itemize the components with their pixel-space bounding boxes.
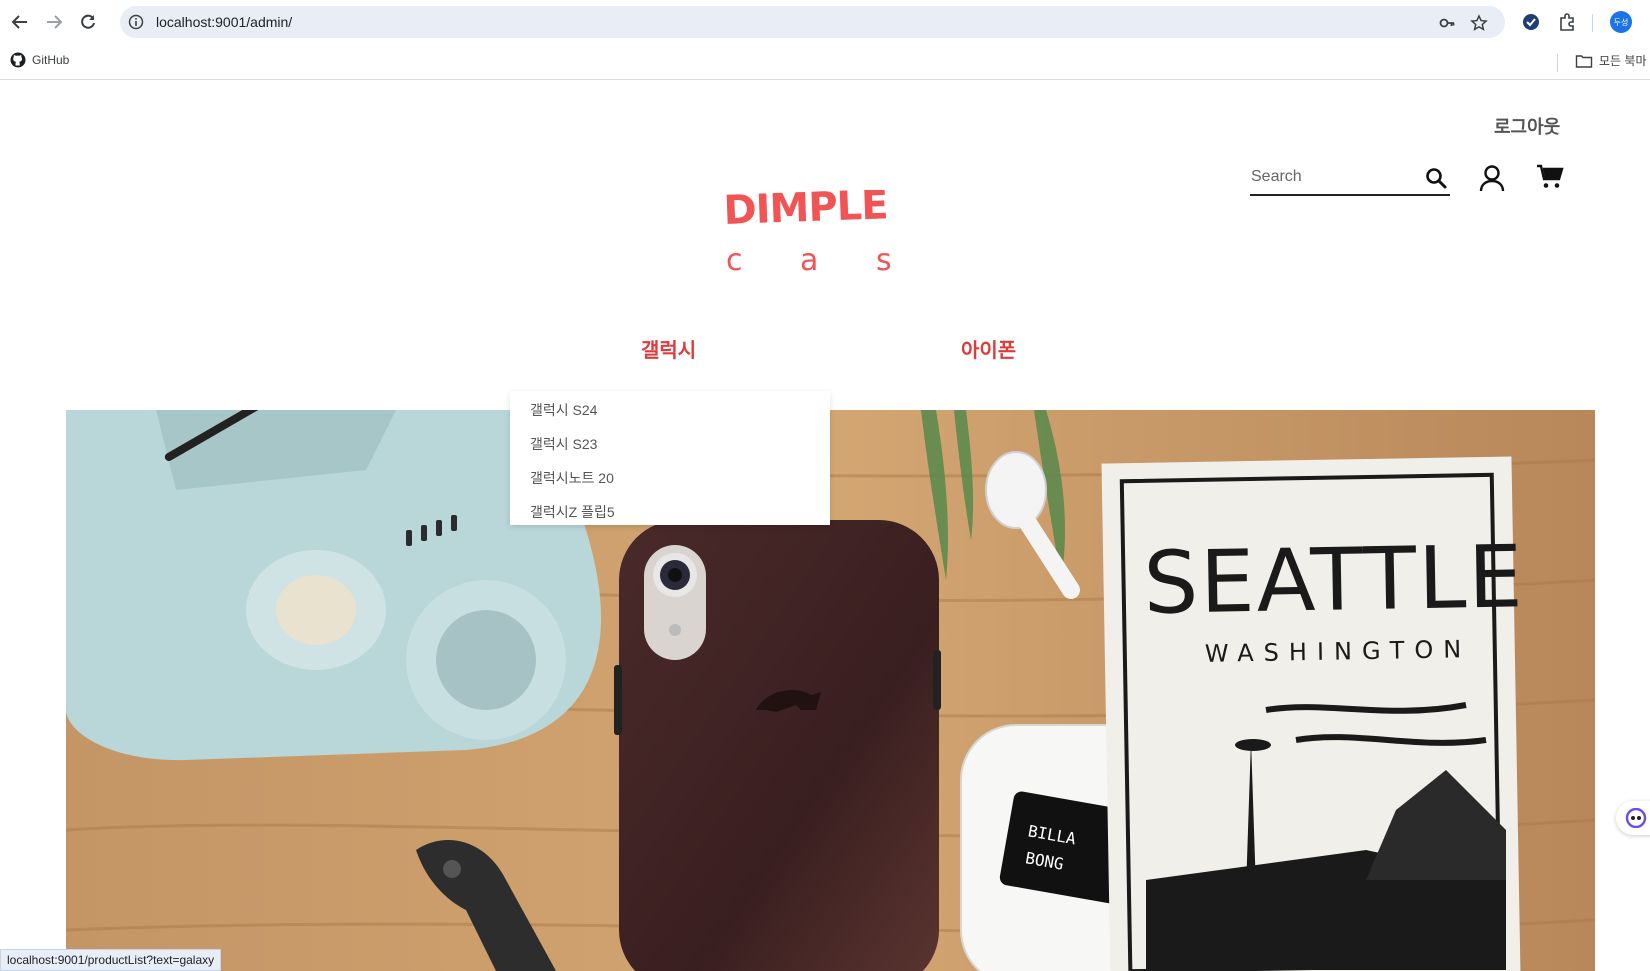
bookmarks-separator [1557,54,1558,72]
dropdown-item-galaxy-s23[interactable]: 갤럭시 S23 [530,434,597,454]
floating-chat-widget[interactable] [1616,801,1650,835]
seattle-sticker-illustration: SEATTLE WASHINGTON [1101,456,1525,971]
bookmark-github-label: GitHub [32,53,70,67]
phone-case-illustration [614,520,941,971]
site-info-icon[interactable] [128,14,144,30]
nav-item-iphone[interactable]: 아이폰 [961,334,1016,363]
reload-button[interactable] [76,10,100,34]
all-bookmarks-button[interactable]: 모든 북마 [1575,52,1647,69]
browser-toolbar: localhost:9001/admin/ 두성 [0,0,1650,44]
address-bar[interactable]: localhost:9001/admin/ [120,6,1505,38]
chat-bot-icon [1625,808,1647,828]
forward-arrow-icon [47,15,63,29]
bookmark-github[interactable]: GitHub [10,52,69,68]
status-bar-url: localhost:9001/productList?text=galaxy [0,949,222,971]
back-button[interactable] [8,10,32,34]
star-icon[interactable] [1470,14,1488,32]
folder-icon [1575,54,1593,68]
seattle-title: SEATTLE [1143,527,1526,634]
hero-illustration: BILLA BONG SEATTLE WASHINGTON [66,410,1595,971]
back-arrow-icon [11,15,27,29]
url-text[interactable]: localhost:9001/admin/ [156,14,292,30]
dimple-case-logo[interactable]: DIMPLE c a s e [720,190,940,280]
dropdown-item-galaxy-s24[interactable]: 갤럭시 S24 [530,400,597,420]
search-icon[interactable] [1424,166,1448,190]
github-icon [10,52,26,68]
profile-avatar[interactable]: 두성 [1610,11,1632,33]
dropdown-item-galaxy-note20[interactable]: 갤럭시노트 20 [530,468,614,488]
shopping-cart-icon[interactable] [1536,164,1564,190]
search-input[interactable] [1251,164,1411,190]
nav-item-galaxy[interactable]: 갤럭시 [641,334,696,363]
reload-icon [81,14,95,29]
logo-word-top: DIMPLE [723,190,889,234]
logo-word-bottom: c a s e [726,243,940,278]
hero-banner-image: BILLA BONG SEATTLE WASHINGTON [66,410,1595,971]
extension-check-icon[interactable] [1520,11,1542,33]
toolbar-separator [1592,14,1593,32]
search-box [1250,160,1450,196]
extensions-puzzle-icon[interactable] [1556,11,1578,33]
page-content: 로그아웃 DIMPLE c a s e 갤럭시 아이폰 [0,80,1650,971]
all-bookmarks-label: 모든 북마 [1599,54,1647,68]
bookmarks-bar: GitHub 모든 북마 [0,44,1650,80]
forward-button[interactable] [42,10,66,34]
user-account-icon[interactable] [1479,164,1505,192]
galaxy-dropdown-menu: 갤럭시 S24 갤럭시 S23 갤럭시노트 20 갤럭시Z 플립5 [510,391,830,525]
seattle-subtitle: WASHINGTON [1205,635,1472,668]
dropdown-item-galaxy-zflip5[interactable]: 갤럭시Z 플립5 [530,502,615,522]
logout-link[interactable]: 로그아웃 [1494,113,1560,139]
key-icon[interactable] [1438,14,1456,32]
